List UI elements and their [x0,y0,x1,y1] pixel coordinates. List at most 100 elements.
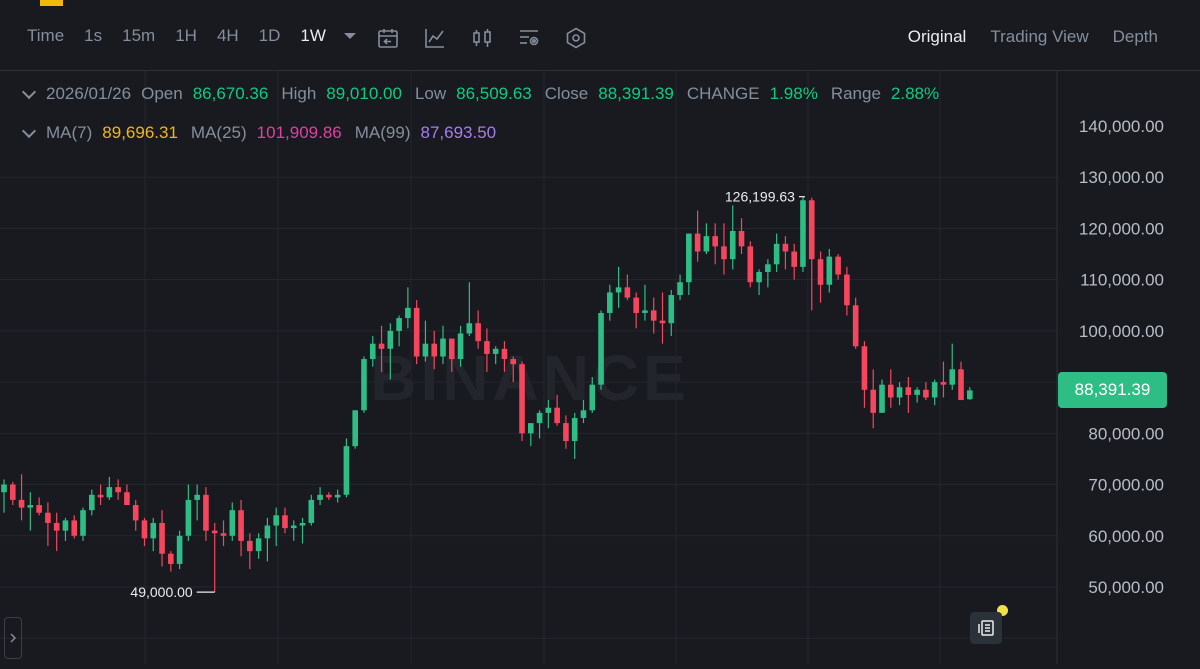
candle-body [484,341,490,354]
price-axis-tick: 100,000.00 [1079,322,1164,341]
candle-body [326,494,332,498]
candle-body [940,382,947,385]
candle-body [923,389,929,398]
high-value: 89,010.00 [326,84,402,103]
candle-body [580,410,587,418]
candle-body [115,487,121,493]
candlestick-chart[interactable]: BINANCE 140,000.00 130,000.00 120,000.00 110… [0,71,1200,664]
candle-body [589,384,596,411]
ohlc-date: 2026/01/26 [46,84,132,103]
candle-body [361,359,367,411]
open-value: 86,670.36 [192,84,269,103]
chart-tools [376,26,611,50]
candle-body [440,338,446,357]
range-value: 2.88% [890,84,940,103]
candle-body [615,287,622,293]
candle-body [369,343,376,360]
candle-body [89,494,95,511]
candle-body [106,487,113,498]
candle-body [168,553,174,564]
interval-4h[interactable]: 4H [217,26,239,46]
candle-body [712,236,718,247]
candle-body [457,333,464,360]
candle-body [45,512,51,523]
interval-1s[interactable]: 1s [84,26,102,46]
collapse-chevron-icon[interactable] [21,84,37,100]
close-value: 88,391.39 [598,84,674,103]
candle-body [510,359,517,365]
change-value: 1.98% [769,84,818,103]
candle-body [273,515,279,526]
candle-body [519,364,525,434]
ma99-label: MA(99) [354,123,411,142]
candle-body [194,494,200,500]
orders-panel-button[interactable] [970,612,1002,644]
expand-panel-handle[interactable] [4,617,22,659]
max-price-label: 126,199.63 [725,189,795,205]
candle-body [141,520,148,539]
candle-body [571,417,578,442]
candle-body [773,243,780,265]
price-axis-tick: 140,000.00 [1079,117,1164,136]
chart-settings-icon[interactable] [517,26,541,50]
date-range-calendar-icon[interactable] [376,26,400,50]
candle-body [290,525,297,529]
candle-body [686,233,692,283]
candle-body [1,484,7,493]
candle-body [967,390,973,400]
candle-body [808,200,815,260]
candle-body [879,384,885,413]
interval-15m[interactable]: 15m [122,26,155,46]
candle-body [431,343,438,357]
price-axis-tick: 70,000.00 [1088,476,1164,495]
candle-body [721,246,727,260]
price-axis-tick: 110,000.00 [1080,271,1164,290]
candle-body [378,343,385,349]
close-label: Close [544,84,589,103]
candle-body [334,494,341,498]
price-axis-tick: 130,000.00 [1079,168,1164,187]
interval-1h[interactable]: 1H [175,26,197,46]
view-original-tab[interactable]: Original [908,27,967,47]
candle-body [668,295,675,324]
interval-time[interactable]: Time [27,26,64,46]
candle-body [9,484,16,500]
interval-1d[interactable]: 1D [259,26,281,46]
chart-toolbar: Time 1s 15m 1H 4H 1D 1W Original Trading… [0,0,1200,71]
candle-body [422,343,429,357]
min-price-label: 49,000.00 [130,584,192,600]
candle-body [826,256,833,285]
candle-body [80,510,86,536]
candle-body [896,387,903,398]
candle-body [27,505,34,508]
candle-body [949,369,956,385]
candle-body [413,307,420,357]
candle-body [703,236,710,252]
candle-body [176,535,183,564]
candle-body [817,259,824,285]
view-trading-view-tab[interactable]: Trading View [990,27,1088,47]
indicators-chart-icon[interactable] [423,26,447,50]
ma7-value: 89,696.31 [102,123,178,142]
candle-body [747,246,754,283]
candle-body [852,305,859,347]
candle-body [317,494,323,500]
price-axis-tick: 80,000.00 [1088,424,1164,443]
more-intervals-chevron-down-icon[interactable] [343,33,356,39]
candle-body [159,522,165,554]
depth-hexagon-icon[interactable] [564,26,588,50]
candle-body [694,233,701,252]
ma-collapse-chevron-icon[interactable] [21,123,37,139]
candle-body [958,369,964,401]
candle-style-icon[interactable] [470,26,494,50]
candle-body [352,410,358,447]
candle-body [448,338,455,360]
chart-canvas[interactable]: BINANCE140,000.00130,000.00120,000.00110… [0,71,1200,664]
view-depth-tab[interactable]: Depth [1113,27,1158,47]
candle-body [554,407,560,424]
interval-1w[interactable]: 1W [300,26,326,46]
candle-body [887,384,894,398]
candle-body [492,348,499,354]
moving-average-bar: MA(7) 89,696.31 MA(25) 101,909.86 MA(99)… [21,123,506,143]
candle-body [914,389,920,395]
